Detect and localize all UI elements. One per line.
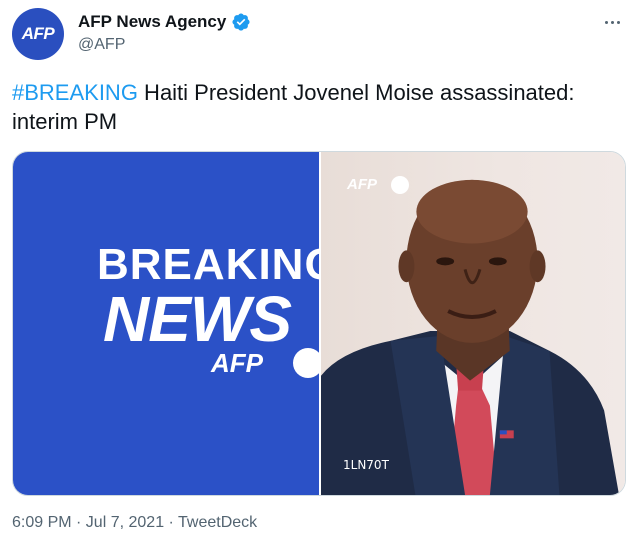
name-row: AFP News Agency (78, 12, 251, 32)
more-dot (616, 20, 620, 24)
breaking-news-image[interactable]: BREAKING NEWS AFP (13, 152, 319, 495)
afp-logo-dot (293, 348, 319, 378)
afp-logo-text: AFP (211, 348, 263, 378)
more-options-icon[interactable] (600, 12, 624, 32)
verified-badge-icon (232, 13, 250, 31)
avatar-logo-text: AFP (21, 24, 55, 43)
portrait-illustration (321, 179, 620, 495)
more-dot (604, 20, 608, 24)
photo-code-label: 1LN70T (343, 458, 389, 472)
media-grid: BREAKING NEWS AFP AFP 1LN70T (12, 151, 626, 496)
hashtag-link[interactable]: #BREAKING (12, 80, 138, 105)
user-handle[interactable]: @AFP (78, 36, 251, 54)
news-text: NEWS (103, 283, 292, 355)
more-dot (610, 20, 614, 24)
avatar[interactable]: AFP (12, 8, 64, 60)
portrait-photo[interactable]: AFP 1LN70T (321, 152, 625, 495)
tweet-text: #BREAKING Haiti President Jovenel Moise … (12, 78, 624, 136)
display-name[interactable]: AFP News Agency (78, 12, 226, 32)
tweet-timestamp[interactable]: 6:09 PM · Jul 7, 2021 · TweetDeck (12, 514, 257, 532)
author-info: AFP News Agency @AFP (78, 12, 251, 54)
photo-afp-watermark: AFP (347, 176, 377, 193)
photo-afp-dot (391, 176, 409, 194)
tweet-header: AFP AFP News Agency @AFP (12, 8, 628, 60)
